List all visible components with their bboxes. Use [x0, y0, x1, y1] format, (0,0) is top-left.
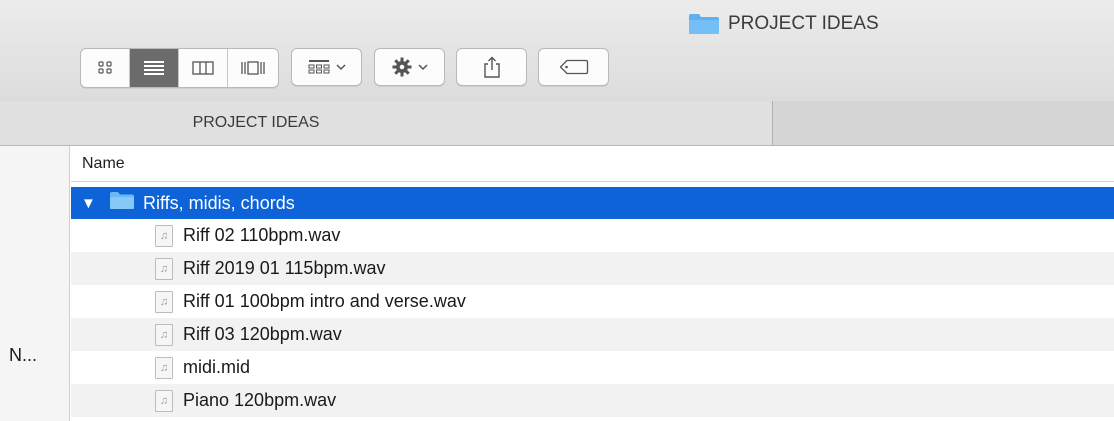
audio-file-icon: ♫ [155, 323, 173, 346]
arrange-grid-icon [308, 60, 329, 74]
path-bar: PROJECT IDEAS [0, 101, 1114, 146]
audio-file-icon: ♫ [155, 389, 173, 412]
folder-name: Riffs, midis, chords [143, 192, 295, 213]
audio-file-icon: ♫ [155, 290, 173, 313]
window-title-text: PROJECT IDEAS [728, 13, 879, 34]
file-name: Riff 02 110bpm.wav [183, 225, 341, 245]
view-mode-control [80, 48, 279, 88]
chevron-down-icon [335, 63, 346, 70]
file-row[interactable]: ♫ midi.mid [71, 351, 1114, 384]
file-name: Piano 120bpm.wav [183, 390, 337, 410]
toolbar: PROJECT IDEAS [0, 0, 1114, 102]
file-name: Riff 03 120bpm.wav [183, 324, 342, 344]
file-row[interactable]: ♫ Piano 120bpm.wav [71, 384, 1114, 417]
folder-row[interactable]: ▼ Riffs, midis, chords [71, 187, 1114, 219]
cover-flow-icon [240, 61, 265, 75]
path-tab-project-ideas[interactable]: PROJECT IDEAS [0, 101, 773, 145]
sidebar-item-truncated[interactable]: N... [9, 345, 37, 366]
list-lines-icon [144, 61, 164, 75]
file-name: midi.mid [183, 357, 251, 377]
file-name: Riff 2019 01 115bpm.wav [183, 258, 386, 278]
action-button[interactable] [374, 48, 445, 86]
file-row[interactable]: ♫ Riff 03 120bpm.wav [71, 318, 1114, 351]
name-column-header[interactable]: Name [71, 146, 1114, 182]
file-name: Riff 01 100bpm intro and verse.wav [183, 291, 466, 311]
file-row[interactable]: ♫ Riff 01 100bpm intro and verse.wav [71, 285, 1114, 318]
cover-flow-view-button[interactable] [228, 49, 277, 87]
chevron-down-icon [417, 63, 428, 70]
audio-file-icon: ♫ [155, 224, 173, 247]
file-list: Name ▼ Riffs, midis, chords ♫ Riff 02 11… [71, 146, 1114, 421]
arrange-button[interactable] [291, 48, 362, 86]
midi-file-icon: ♫ [155, 356, 173, 379]
gear-icon [392, 57, 411, 77]
disclosure-triangle-icon[interactable]: ▼ [81, 195, 101, 212]
column-view-button[interactable] [179, 49, 228, 87]
columns-icon [192, 61, 214, 75]
path-tab-label: PROJECT IDEAS [192, 114, 320, 131]
folder-icon [688, 13, 720, 35]
window-title: PROJECT IDEAS [688, 12, 879, 36]
audio-file-icon: ♫ [155, 257, 173, 280]
icon-view-button[interactable] [81, 49, 130, 87]
folder-icon [109, 191, 135, 215]
file-row[interactable]: ♫ Riff 02 110bpm.wav [71, 219, 1114, 252]
sidebar: N... [0, 146, 70, 421]
share-button[interactable] [456, 48, 527, 86]
file-row[interactable]: ♫ Riff 2019 01 115bpm.wav [71, 252, 1114, 285]
icon-grid-icon [98, 61, 112, 74]
column-header-label: Name [82, 154, 125, 172]
tag-button[interactable] [538, 48, 609, 86]
list-view-button[interactable] [130, 49, 179, 87]
tag-icon [559, 59, 588, 75]
share-icon [483, 56, 500, 78]
